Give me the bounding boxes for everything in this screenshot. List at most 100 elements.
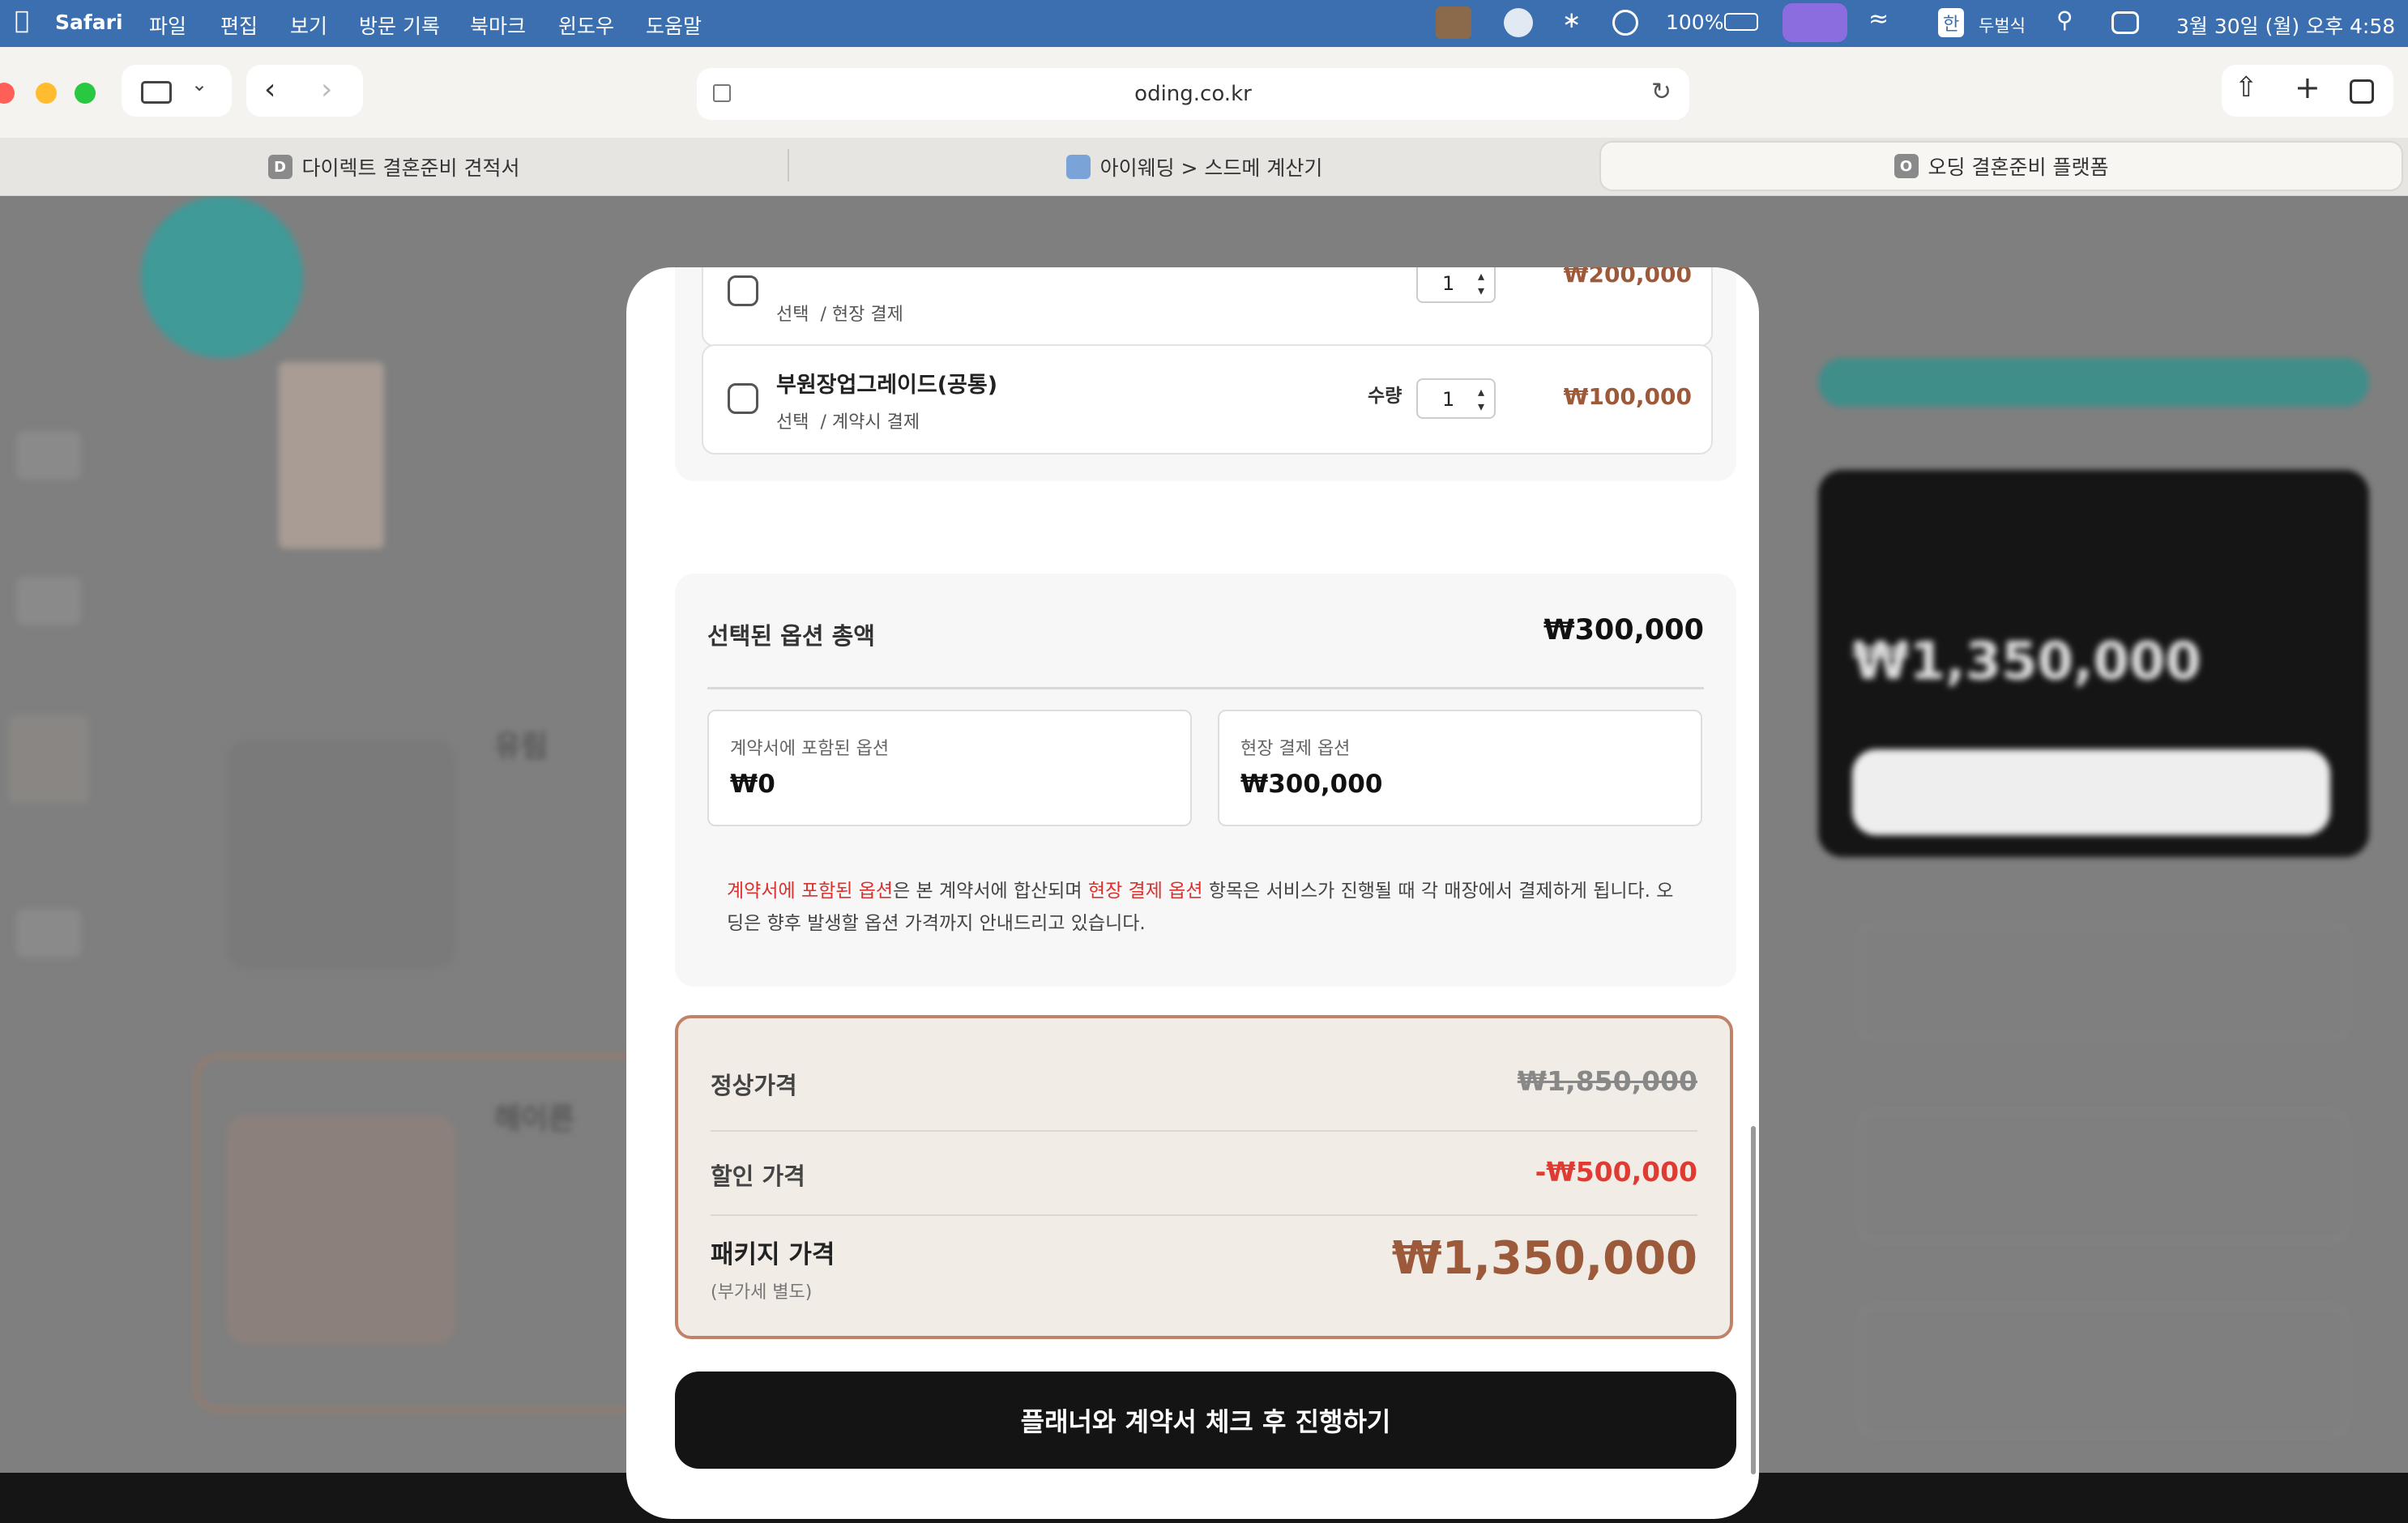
tab-label: 아이웨딩 > 스드메 계산기 xyxy=(1099,156,1323,180)
toolbar-right-group: ⇧ + xyxy=(2222,65,2393,117)
bluetooth-icon[interactable]: ∗ xyxy=(1562,6,1581,33)
regular-price-label: 정상가격 xyxy=(711,1072,797,1099)
chat-app-icon[interactable] xyxy=(1504,8,1533,37)
menu-window[interactable]: 윈도우 xyxy=(558,11,614,40)
package-price-value: ₩1,350,000 xyxy=(1391,1232,1697,1285)
stepper-arrows-icon[interactable]: ▴ ▾ xyxy=(1478,269,1484,298)
tab-label: 오딩 결혼준비 플랫폼 xyxy=(1928,156,2109,179)
side-nav-item[interactable] xyxy=(16,577,81,625)
app-menu[interactable]: Safari xyxy=(55,11,123,34)
tab-direct-estimate[interactable]: D 다이렉트 결혼준비 견적서 xyxy=(0,138,788,196)
battery-icon[interactable] xyxy=(1724,13,1758,31)
onsite-options-label: 현장 결제 옵션 xyxy=(1240,739,1351,759)
tab-bar: D 다이렉트 결혼준비 견적서 아이웨딩 > 스드메 계산기 O 오딩 결혼준비… xyxy=(0,138,2408,196)
nav-buttons: ‹ › xyxy=(246,65,363,117)
option-subtitle: 선택 / 계약시 결제 xyxy=(776,412,920,433)
discount-label: 할인 가격 xyxy=(711,1163,805,1190)
apple-icon[interactable]:  xyxy=(15,6,29,35)
discount-row: 할인 가격 -₩500,000 xyxy=(711,1132,1697,1216)
forward-icon[interactable]: › xyxy=(321,73,332,106)
option-subtitle: 선택 / 현장 결제 xyxy=(776,305,903,325)
divider xyxy=(707,687,1704,689)
address-bar[interactable]: oding.co.kr ↻ xyxy=(697,68,1689,120)
contract-options-label: 계약서에 포함된 옵션 xyxy=(730,739,890,759)
option-row[interactable]: 선택 / 현장 결제 1 ▴ ▾ ₩200,000 xyxy=(702,267,1713,347)
options-modal: 선택 / 현장 결제 1 ▴ ▾ ₩200,000 부원장업그레이드(공통) 선택 … xyxy=(626,267,1759,1519)
option-price: ₩200,000 xyxy=(1563,267,1692,288)
package-price-label: 패키지 가격 xyxy=(711,1240,835,1269)
zoom-window-button[interactable] xyxy=(75,83,96,104)
tab-divider xyxy=(788,149,789,181)
modal-scrollbar[interactable] xyxy=(1751,1126,1756,1474)
contract-options-card: 계약서에 포함된 옵션 ₩0 xyxy=(707,710,1192,826)
page-menu-icon[interactable] xyxy=(713,84,731,102)
chevron-down-icon[interactable]: ⌄ xyxy=(191,73,207,96)
vendor-photo xyxy=(227,740,455,969)
favicon-d-icon: D xyxy=(267,155,292,179)
clock: 3월 30일 (월) 오후 4:58 xyxy=(2176,15,2396,38)
options-summary-panel: 선택된 옵션 총액 ₩300,000 계약서에 포함된 옵션 ₩0 현장 결제 … xyxy=(675,574,1736,987)
tab-oding-platform[interactable]: O 오딩 결혼준비 플랫폼 xyxy=(1599,141,2403,191)
close-window-button[interactable] xyxy=(0,83,15,104)
menu-bookmarks[interactable]: 북마크 xyxy=(470,11,526,40)
menu-file[interactable]: 파일 xyxy=(149,11,186,40)
input-method-badge[interactable]: 한 xyxy=(1938,8,1965,37)
sidebar-toggle-group: ⌄ xyxy=(122,65,232,117)
reload-icon[interactable]: ↻ xyxy=(1651,78,1672,106)
sidebar-item-card[interactable] xyxy=(1860,1111,2346,1241)
stepper-arrows-icon[interactable]: ▴ ▾ xyxy=(1478,385,1484,414)
menu-help[interactable]: 도움말 xyxy=(646,11,702,40)
input-method-label: 두벌식 xyxy=(1979,16,2026,36)
option-checkbox[interactable] xyxy=(728,275,758,306)
minimize-window-button[interactable] xyxy=(36,83,57,104)
browser-toolbar: ⌄ ‹ › oding.co.kr ↻ ⇧ + xyxy=(0,47,2408,138)
favicon-o-icon: O xyxy=(1894,154,1919,178)
new-tab-icon[interactable]: + xyxy=(2295,70,2320,105)
selected-package-card: ₩1,350,000 xyxy=(1818,470,2369,857)
proceed-with-planner-button[interactable]: 플래너와 계약서 체크 후 진행하기 xyxy=(675,1372,1736,1469)
option-row[interactable]: 부원장업그레이드(공통) 선택 / 계약시 결제 수량 1 ▴ ▾ ₩100,000 xyxy=(702,344,1713,454)
vendor-photo xyxy=(279,362,384,548)
quantity-stepper[interactable]: 1 ▴ ▾ xyxy=(1416,378,1496,419)
side-nav-item[interactable] xyxy=(8,715,89,804)
onsite-options-card: 현장 결제 옵션 ₩300,000 xyxy=(1218,710,1702,826)
menu-history[interactable]: 방문 기록 xyxy=(359,11,440,40)
spotlight-search-icon[interactable]: ⚲ xyxy=(2056,6,2073,33)
favicon-iwedding-icon xyxy=(1065,155,1091,179)
vat-note: (부가세 별도) xyxy=(711,1282,813,1303)
package-price-row: 패키지 가격 (부가세 별도) ₩1,350,000 xyxy=(711,1216,1697,1337)
sidebar-item-card[interactable] xyxy=(1860,1306,2346,1436)
share-icon[interactable]: ⇧ xyxy=(2235,71,2258,104)
pricing-box: 정상가격 ₩1,850,000 할인 가격 -₩500,000 패키지 가격 (… xyxy=(675,1015,1733,1339)
menu-view[interactable]: 보기 xyxy=(290,11,327,40)
option-price: ₩100,000 xyxy=(1563,383,1692,410)
summary-title: 선택된 옵션 총액 xyxy=(707,622,875,650)
vendor-photo xyxy=(227,1116,455,1344)
option-name: 부원장업그레이드(공통) xyxy=(776,373,998,398)
lock-app-icon[interactable] xyxy=(1436,6,1471,39)
regular-price-value: ₩1,850,000 xyxy=(1517,1065,1697,1097)
oding-logo xyxy=(141,196,303,358)
onsite-options-value: ₩300,000 xyxy=(1240,770,1383,799)
tab-label: 다이렉트 결혼준비 견적서 xyxy=(301,156,520,180)
user-icon[interactable] xyxy=(1612,10,1638,36)
screen-mirroring-icon[interactable] xyxy=(1783,3,1847,42)
sidebar-price: ₩1,350,000 xyxy=(1852,632,2201,692)
wifi-icon[interactable]: ≈ xyxy=(1868,5,1889,33)
control-center-icon[interactable] xyxy=(2111,11,2139,34)
teal-button[interactable] xyxy=(1818,358,2369,407)
sidebar-button[interactable] xyxy=(1852,749,2330,835)
option-checkbox[interactable] xyxy=(728,383,758,414)
discount-value: -₩500,000 xyxy=(1535,1156,1697,1188)
back-icon[interactable]: ‹ xyxy=(264,73,275,106)
side-nav-item[interactable] xyxy=(16,431,81,480)
menu-edit[interactable]: 편집 xyxy=(220,11,258,40)
tab-overview-icon[interactable] xyxy=(2350,79,2374,104)
sidebar-icon[interactable] xyxy=(141,81,172,104)
contract-options-value: ₩0 xyxy=(730,770,775,799)
macos-menubar:  Safari 파일 편집 보기 방문 기록 북마크 윈도우 도움말 ∗ 10… xyxy=(0,0,2408,47)
tab-iwedding-calculator[interactable]: 아이웨딩 > 스드메 계산기 xyxy=(791,138,1598,196)
side-nav-item[interactable] xyxy=(16,909,81,958)
sidebar-field xyxy=(1860,925,2346,1039)
quantity-stepper[interactable]: 1 ▴ ▾ xyxy=(1416,267,1496,303)
